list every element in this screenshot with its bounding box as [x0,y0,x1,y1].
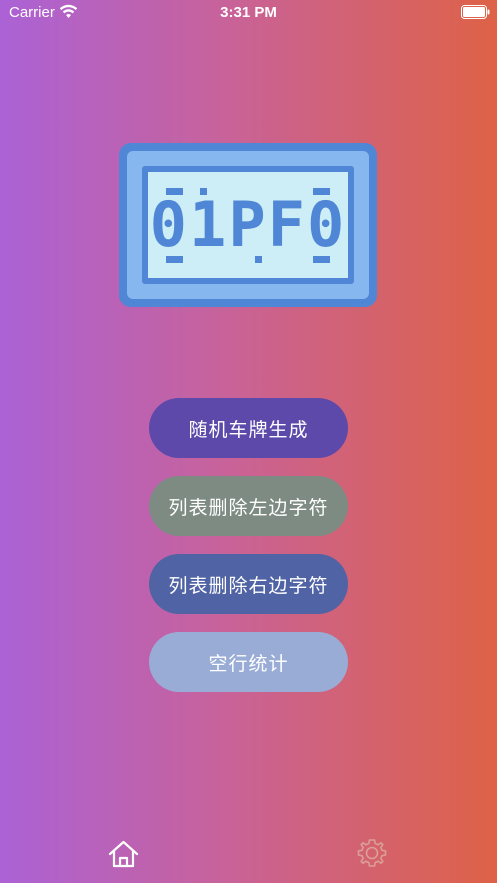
battery-icon [461,5,490,19]
status-bar: Carrier 3:31 PM [0,0,497,26]
random-plate-generate-button[interactable]: 随机车牌生成 [149,398,348,458]
plate-screen: 01PF0 [148,172,348,278]
remove-left-chars-button[interactable]: 列表删除左边字符 [149,476,348,536]
status-time: 3:31 PM [220,4,277,21]
remove-right-chars-button[interactable]: 列表删除右边字符 [149,554,348,614]
empty-line-count-button[interactable]: 空行统计 [149,632,348,692]
home-icon[interactable] [108,840,139,868]
license-plate-icon: 01PF0 [119,143,377,307]
gear-icon[interactable] [357,838,387,868]
plate-text: 01PF0 [149,188,347,261]
